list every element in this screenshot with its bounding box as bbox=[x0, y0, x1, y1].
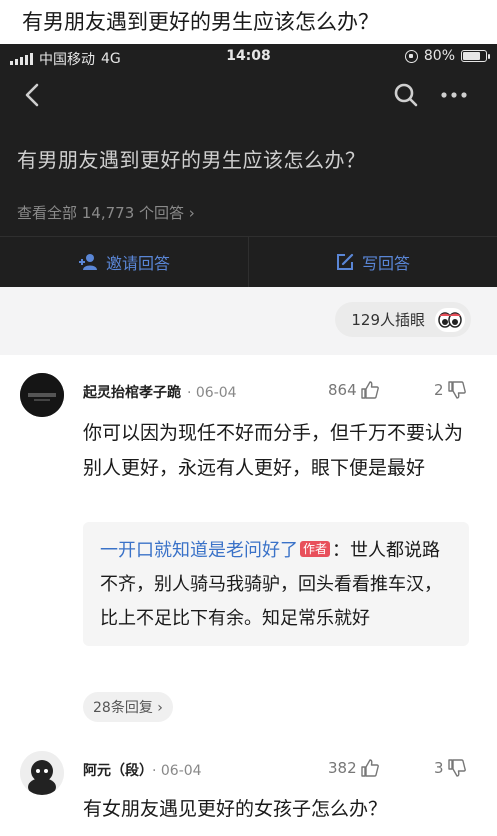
insert-strip: 129人插眼 bbox=[0, 287, 497, 355]
write-answer-button[interactable]: 写回答 bbox=[248, 237, 497, 287]
dislike-button[interactable]: 3 bbox=[434, 758, 467, 778]
reply-author[interactable]: 一开口就知道是老问好了 bbox=[100, 540, 298, 561]
comment-date: · 06-04 bbox=[187, 385, 237, 401]
avatar[interactable] bbox=[20, 373, 64, 417]
thumbs-up-icon bbox=[360, 759, 379, 777]
edit-icon bbox=[336, 253, 354, 270]
thumbs-up-icon bbox=[360, 381, 379, 399]
like-count: 864 bbox=[328, 381, 357, 399]
dislike-count: 3 bbox=[434, 759, 444, 777]
view-all-answers-link[interactable]: 查看全部 14,773 个回答 › bbox=[17, 202, 195, 223]
author-badge: 作者 bbox=[300, 541, 331, 557]
battery-percent: 80% bbox=[423, 48, 455, 64]
comment-meta: 起灵抬棺孝子跪 · 06-04 bbox=[83, 382, 237, 402]
more-dots-icon[interactable] bbox=[439, 82, 469, 108]
eyes-icon bbox=[435, 307, 465, 332]
nav-bar bbox=[0, 70, 497, 120]
view-replies-button[interactable]: 28条回复 › bbox=[83, 692, 173, 722]
insert-eye-button[interactable]: 129人插眼 bbox=[335, 302, 471, 337]
comment-text: 有女朋友遇见更好的女孩子怎么办？ bbox=[83, 798, 388, 820]
like-button[interactable]: 382 bbox=[328, 758, 380, 778]
comment-text: 你可以因为现任不好而分手，但千万不要认为别人更好，永远有人更好，眼下便是最好 bbox=[83, 422, 464, 479]
dislike-count: 2 bbox=[434, 381, 444, 399]
action-bar: 邀请回答 写回答 bbox=[0, 236, 497, 287]
question-header: 中国移动 4G 14:08 80% 有男朋友遇到更好的男生应该怎么办？ 查看全部… bbox=[0, 44, 497, 287]
thumbs-down-icon bbox=[447, 381, 466, 399]
comment-meta: 阿元（段） · 06-04 bbox=[83, 760, 202, 780]
battery-icon bbox=[461, 50, 490, 62]
avatar[interactable] bbox=[20, 751, 64, 795]
search-icon[interactable] bbox=[393, 82, 419, 108]
status-bar: 中国移动 4G 14:08 80% bbox=[0, 44, 497, 70]
back-arrow-icon[interactable] bbox=[22, 82, 44, 108]
page-caption: 有男朋友遇到更好的男生应该怎么办？ bbox=[0, 0, 497, 44]
write-answer-label: 写回答 bbox=[361, 254, 410, 273]
thumbs-down-icon bbox=[447, 759, 466, 777]
comment-author[interactable]: 起灵抬棺孝子跪 bbox=[83, 385, 181, 401]
author-reply[interactable]: 一开口就知道是老问好了 作者 ：世人都说路不齐，别人骑马我骑驴，回头看看推车汉，比上… bbox=[83, 522, 469, 646]
invite-answer-label: 邀请回答 bbox=[105, 254, 170, 273]
dislike-button[interactable]: 2 bbox=[434, 380, 467, 400]
question-title: 有男朋友遇到更好的男生应该怎么办？ bbox=[17, 148, 366, 172]
rotation-lock-icon bbox=[404, 49, 418, 63]
comment-author[interactable]: 阿元（段） bbox=[83, 763, 146, 779]
insert-eye-count: 129人插眼 bbox=[351, 311, 425, 329]
comment-date: · 06-04 bbox=[152, 763, 202, 779]
like-button[interactable]: 864 bbox=[328, 380, 380, 400]
like-count: 382 bbox=[328, 759, 357, 777]
invite-answer-button[interactable]: 邀请回答 bbox=[0, 237, 248, 287]
add-user-icon bbox=[78, 254, 97, 270]
